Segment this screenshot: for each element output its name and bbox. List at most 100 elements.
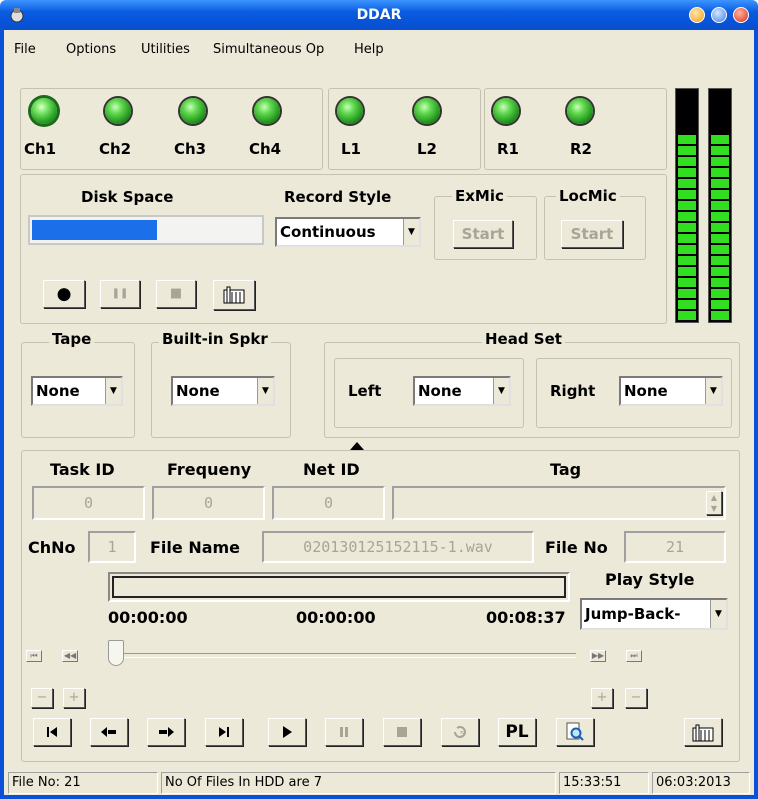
volume-plus-left-button[interactable]: + xyxy=(63,688,85,708)
forward-small-button[interactable]: ▶▶ xyxy=(590,650,606,662)
file-no-label: File No xyxy=(545,538,608,557)
menu-utilities[interactable]: Utilities xyxy=(141,42,190,57)
label-ch3: Ch3 xyxy=(174,140,207,158)
record-style-value: Continuous xyxy=(280,223,376,241)
chevron-down-icon[interactable]: ▼ xyxy=(493,378,509,404)
label-ch1: Ch1 xyxy=(24,140,57,158)
skip-to-start-button[interactable] xyxy=(33,718,71,746)
tape-select[interactable]: None ▼ xyxy=(31,376,123,406)
window-frame-right xyxy=(754,30,758,799)
folder-icon xyxy=(223,286,245,304)
tag-label: Tag xyxy=(550,460,582,479)
file-no-field[interactable]: 21 xyxy=(624,531,726,563)
window-title: DDAR xyxy=(356,7,402,23)
chevron-down-icon[interactable]: ▼ xyxy=(403,219,419,245)
maximize-button[interactable] xyxy=(711,7,727,23)
folder-icon xyxy=(692,724,714,742)
level-segment xyxy=(711,234,729,243)
level-segment xyxy=(678,157,696,166)
chevron-down-icon[interactable]: ▼ xyxy=(710,600,726,628)
playback-folder-button[interactable] xyxy=(684,718,722,746)
level-segment xyxy=(711,190,729,199)
chno-field[interactable]: 1 xyxy=(88,531,136,563)
seek-slider-thumb[interactable] xyxy=(108,640,124,666)
headset-right-value: None xyxy=(624,382,668,400)
task-id-field[interactable]: 0 xyxy=(32,486,145,520)
collapse-arrow-icon[interactable] xyxy=(350,442,364,450)
skip-start-small-button[interactable]: ⏮ xyxy=(26,650,42,662)
replay-button[interactable]: 5 xyxy=(441,718,479,746)
chevron-down-icon[interactable]: ▼ xyxy=(705,378,721,404)
record-style-label: Record Style xyxy=(284,188,392,206)
record-folder-button[interactable] xyxy=(213,280,255,310)
chevron-down-icon[interactable]: ▼ xyxy=(257,378,273,404)
label-r1: R1 xyxy=(497,140,519,158)
step-back-button[interactable] xyxy=(90,718,128,746)
rewind-small-button[interactable]: ◀◀ xyxy=(62,650,78,662)
menu-help[interactable]: Help xyxy=(354,42,384,57)
level-segment xyxy=(678,146,696,155)
led-ch3 xyxy=(180,98,206,124)
volume-plus-right-button[interactable]: + xyxy=(591,688,613,708)
volume-minus-left-button[interactable]: − xyxy=(31,688,53,708)
pause-record-button[interactable]: ❚❚ xyxy=(100,280,140,308)
play-style-label: Play Style xyxy=(605,570,695,589)
locmic-start-button[interactable]: Start xyxy=(561,220,623,248)
pause-button[interactable] xyxy=(325,718,363,746)
record-button[interactable]: ● xyxy=(43,280,85,308)
menu-options[interactable]: Options xyxy=(66,42,116,57)
skip-end-small-button[interactable]: ⏭ xyxy=(626,650,642,662)
skip-to-end-button[interactable] xyxy=(205,718,243,746)
level-segment xyxy=(678,311,696,320)
menu-file[interactable]: File xyxy=(14,42,36,57)
headset-left-select[interactable]: None ▼ xyxy=(413,376,511,406)
speaker-select[interactable]: None ▼ xyxy=(171,376,275,406)
tape-label: Tape xyxy=(49,330,95,348)
stop-icon xyxy=(397,727,407,737)
led-l1 xyxy=(337,98,363,124)
tag-field[interactable]: ▲ ▼ xyxy=(392,486,726,520)
locmic-label: LocMic xyxy=(556,187,620,205)
file-name-field[interactable]: 020130125152115-1.wav xyxy=(262,531,534,563)
headset-left-value: None xyxy=(418,382,462,400)
record-style-select[interactable]: Continuous ▼ xyxy=(275,217,421,247)
seek-slider-track[interactable] xyxy=(116,653,576,658)
stop-button[interactable] xyxy=(383,718,421,746)
tag-spin-button[interactable]: ▲ ▼ xyxy=(706,491,722,515)
playlist-button[interactable]: PL xyxy=(498,718,536,746)
exmic-start-button[interactable]: Start xyxy=(453,220,513,248)
play-style-select[interactable]: Jump-Back- ▼ xyxy=(580,598,728,630)
level-segment xyxy=(711,135,729,144)
play-icon xyxy=(283,726,292,738)
level-segment xyxy=(711,223,729,232)
headset-right-select[interactable]: None ▼ xyxy=(619,376,723,406)
level-segment xyxy=(678,201,696,210)
search-button[interactable] xyxy=(556,718,594,746)
level-segment xyxy=(711,146,729,155)
time-total: 00:08:37 xyxy=(486,608,566,627)
net-id-field[interactable]: 0 xyxy=(272,486,385,520)
level-segment xyxy=(711,267,729,276)
label-ch2: Ch2 xyxy=(99,140,132,158)
play-button[interactable] xyxy=(268,718,306,746)
frequency-field[interactable]: 0 xyxy=(152,486,265,520)
exmic-label: ExMic xyxy=(452,187,507,205)
stop-record-button[interactable]: ■ xyxy=(156,280,196,308)
window-frame-bottom xyxy=(0,795,758,799)
spin-down-icon[interactable]: ▼ xyxy=(707,503,721,514)
menu-simultaneous-op[interactable]: Simultaneous Op xyxy=(213,42,324,57)
status-date: 06:03:2013 xyxy=(652,772,750,794)
chevron-down-icon[interactable]: ▼ xyxy=(105,378,121,404)
close-button[interactable] xyxy=(733,7,749,23)
level-segment xyxy=(711,245,729,254)
led-l2 xyxy=(414,98,440,124)
level-segment xyxy=(711,212,729,221)
led-r1 xyxy=(493,98,519,124)
minimize-button[interactable] xyxy=(689,7,705,23)
spin-up-icon[interactable]: ▲ xyxy=(707,492,721,503)
file-name-label: File Name xyxy=(150,538,241,557)
frequency-label: Frequeny xyxy=(167,460,252,479)
level-segment xyxy=(678,245,696,254)
step-forward-button[interactable] xyxy=(147,718,185,746)
volume-minus-right-button[interactable]: − xyxy=(625,688,647,708)
